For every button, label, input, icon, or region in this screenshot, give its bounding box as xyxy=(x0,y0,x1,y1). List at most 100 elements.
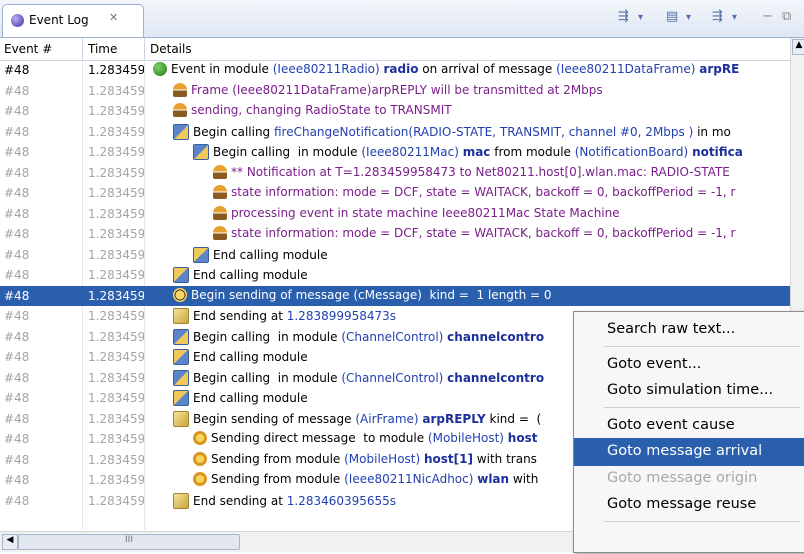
table-row[interactable]: #48 1.283459 Begin calling in module (Ieee… xyxy=(0,142,790,163)
event-details: sending, changing RadioState to TRANSMIT xyxy=(173,103,452,117)
timer-icon xyxy=(173,287,187,302)
message-send-icon xyxy=(173,308,189,324)
table-row[interactable]: #48 1.283459 state information: mode = DCF… xyxy=(0,183,790,204)
event-number: #48 xyxy=(4,329,30,344)
table-header: Event # Time Details xyxy=(0,38,790,61)
filter-icon[interactable]: ⇶ xyxy=(618,9,629,24)
end-call-icon xyxy=(193,246,209,263)
scroll-up-icon[interactable]: ▲ xyxy=(792,39,804,55)
event-details: Begin calling fireChangeNotification(RAD… xyxy=(173,123,731,140)
table-row[interactable]: #48 1.283459 ** Notification at T=1.283459… xyxy=(0,163,790,184)
menu-item-goto-event[interactable]: Goto event... xyxy=(574,351,804,379)
chevron-down-icon[interactable]: ▾ xyxy=(732,12,737,23)
minimize-icon[interactable]: − xyxy=(762,9,773,24)
event-details: Begin sending of message (AirFrame) arpR… xyxy=(173,410,541,427)
event-number: #48 xyxy=(4,268,30,282)
event-number: #48 xyxy=(4,288,30,303)
event-time: 1.283459 xyxy=(88,247,144,262)
table-row[interactable]: #48 1.283459 sending, changing RadioState … xyxy=(0,101,790,122)
table-row[interactable]: #48 1.283459 Begin sending of message (cMe… xyxy=(0,285,790,306)
menu-item-goto-simulation-time[interactable]: Goto simulation time... xyxy=(574,377,804,405)
message-send-icon xyxy=(173,492,189,509)
event-details: End calling module xyxy=(173,349,308,365)
event-number: #48 xyxy=(4,411,30,426)
table-row[interactable]: #48 1.283459 End calling module xyxy=(0,265,790,286)
event-time: 1.283459 xyxy=(88,391,144,405)
event-number: #48 xyxy=(4,493,30,508)
event-log-icon xyxy=(11,14,24,27)
event-time: 1.283459 xyxy=(88,493,144,508)
table-row[interactable]: #48 1.283459 processing event in state mac… xyxy=(0,204,790,225)
event-time: 1.283459 xyxy=(88,145,144,159)
menu-item-more[interactable] xyxy=(574,526,804,554)
event-time: 1.283459 xyxy=(88,452,144,467)
log-message-icon xyxy=(213,164,227,179)
begin-call-icon xyxy=(173,369,189,386)
log-message-icon xyxy=(213,185,227,199)
log-message-icon xyxy=(213,226,227,240)
end-call-icon xyxy=(173,267,189,283)
event-time: 1.283459 xyxy=(88,309,144,323)
event-details: state information: mode = DCF, state = W… xyxy=(213,226,735,240)
log-message-icon xyxy=(213,205,227,220)
message-forward-icon xyxy=(193,451,207,466)
filter-mode-icon[interactable]: ⇶ xyxy=(712,9,723,24)
column-time[interactable]: Time xyxy=(88,42,117,56)
event-time: 1.283459 xyxy=(88,227,144,241)
context-menu: Search raw text... Goto event... Goto simu… xyxy=(573,311,804,553)
event-number: #48 xyxy=(4,83,30,98)
event-details: Sending direct message to module (Mobile… xyxy=(193,431,537,445)
event-details: Event in module (Ieee80211Radio) radio o… xyxy=(153,62,739,76)
event-number: #48 xyxy=(4,227,30,241)
tab-title: Event Log xyxy=(29,13,89,27)
event-details: End calling module xyxy=(173,390,308,406)
event-time: 1.283459 xyxy=(88,104,144,118)
event-details: Begin calling in module (ChannelControl)… xyxy=(173,369,544,386)
close-icon[interactable]: ✕ xyxy=(109,11,118,24)
table-row[interactable]: #48 1.283459 state information: mode = DCF… xyxy=(0,224,790,245)
table-row[interactable]: #48 1.283459 Begin calling fireChangeNotif… xyxy=(0,122,790,143)
event-details: End sending at 1.283899958473s xyxy=(173,308,396,324)
menu-item-goto-message-arrival[interactable]: Goto message arrival xyxy=(574,438,804,466)
event-number: #48 xyxy=(4,63,30,77)
event-time: 1.283459 xyxy=(88,268,144,282)
display-mode-icon[interactable]: ▤ xyxy=(666,9,678,24)
event-time: 1.283459 xyxy=(88,206,144,221)
menu-item-goto-event-cause[interactable]: Goto event cause xyxy=(574,412,804,440)
end-call-icon xyxy=(173,390,189,406)
event-number: #48 xyxy=(4,473,30,487)
event-time: 1.283459 xyxy=(88,411,144,426)
event-number: #48 xyxy=(4,145,30,159)
column-event[interactable]: Event # xyxy=(4,42,52,56)
tab-event-log[interactable]: Event Log ✕ xyxy=(2,4,144,37)
tab-bar: Event Log ✕ ⇶ ▾ ▤ ▾ ⇶ ▾ − ⧉ xyxy=(0,0,804,38)
maximize-icon[interactable]: ⧉ xyxy=(782,9,791,24)
menu-separator xyxy=(604,345,800,347)
menu-item-search-raw-text[interactable]: Search raw text... xyxy=(574,316,804,344)
table-row[interactable]: #48 1.283459 Event in module (Ieee80211Rad… xyxy=(0,60,790,81)
message-forward-icon xyxy=(193,472,207,486)
event-time: 1.283459 xyxy=(88,350,144,364)
event-time: 1.283459 xyxy=(88,370,144,385)
log-message-icon xyxy=(173,82,187,97)
event-number: #48 xyxy=(4,432,30,446)
scroll-left-icon[interactable]: ◀ xyxy=(2,534,18,550)
message-send-icon xyxy=(173,410,189,427)
event-number: #48 xyxy=(4,165,30,180)
column-details[interactable]: Details xyxy=(150,42,192,56)
event-number: #48 xyxy=(4,124,30,139)
event-time: 1.283459 xyxy=(88,432,144,446)
event-details: Frame (Ieee80211DataFrame)arpREPLY will … xyxy=(173,82,603,97)
table-row[interactable]: #48 1.283459 Frame (Ieee80211DataFrame)arp… xyxy=(0,81,790,102)
event-time: 1.283459 xyxy=(88,63,144,77)
event-number: #48 xyxy=(4,309,30,323)
event-details: Begin sending of message (cMessage) kind… xyxy=(173,287,552,302)
scroll-thumb[interactable]: III xyxy=(18,534,240,550)
menu-separator xyxy=(604,406,800,408)
event-details: Sending from module (MobileHost) host[1]… xyxy=(193,451,537,466)
chevron-down-icon[interactable]: ▾ xyxy=(686,12,691,23)
menu-separator xyxy=(604,520,800,522)
menu-item-goto-message-reuse[interactable]: Goto message reuse xyxy=(574,491,804,519)
chevron-down-icon[interactable]: ▾ xyxy=(638,12,643,23)
table-row[interactable]: #48 1.283459 End calling module xyxy=(0,245,790,266)
